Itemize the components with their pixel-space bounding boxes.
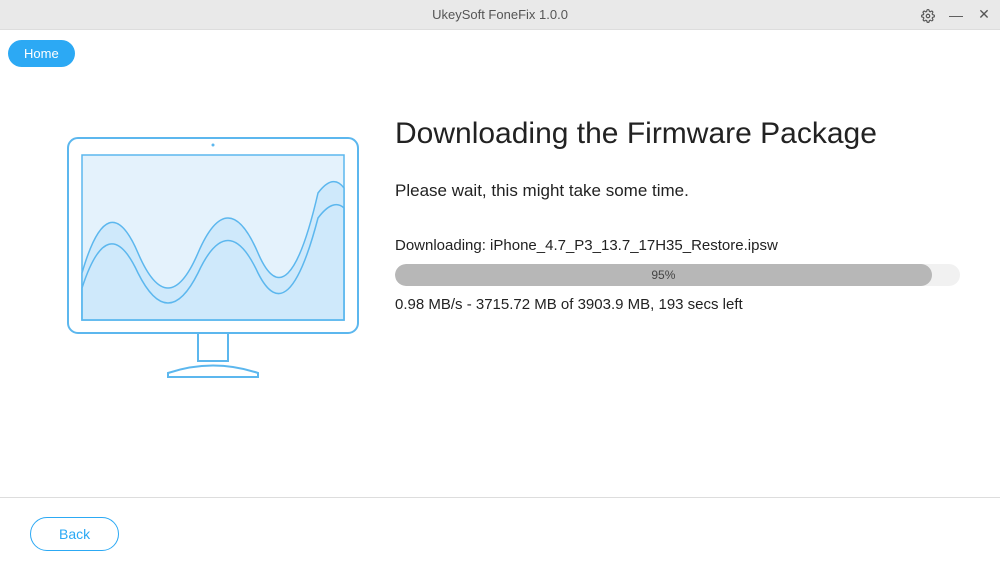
toolbar: Home	[0, 30, 1000, 67]
back-button[interactable]: Back	[30, 517, 119, 551]
minimize-icon[interactable]: —	[948, 7, 964, 23]
monitor-download-icon	[58, 133, 368, 393]
window-controls: — ✕	[920, 6, 992, 23]
footer: Back	[0, 497, 1000, 569]
progress-percent-label: 95%	[651, 268, 675, 282]
text-column: Downloading the Firmware Package Please …	[385, 117, 960, 477]
progress-bar: 95%	[395, 264, 960, 286]
progress-fill: 95%	[395, 264, 932, 286]
page-title: Downloading the Firmware Package	[395, 117, 960, 151]
download-filename: Downloading: iPhone_4.7_P3_13.7_17H35_Re…	[395, 237, 960, 254]
titlebar: UkeySoft FoneFix 1.0.0 — ✕	[0, 0, 1000, 30]
main-content: Downloading the Firmware Package Please …	[0, 67, 1000, 497]
home-tab[interactable]: Home	[8, 40, 75, 67]
wait-message: Please wait, this might take some time.	[395, 181, 960, 201]
download-stats: 0.98 MB/s - 3715.72 MB of 3903.9 MB, 193…	[395, 296, 960, 313]
app-title: UkeySoft FoneFix 1.0.0	[432, 7, 568, 22]
illustration	[40, 117, 385, 477]
gear-icon[interactable]	[920, 6, 936, 22]
close-icon[interactable]: ✕	[976, 6, 992, 23]
